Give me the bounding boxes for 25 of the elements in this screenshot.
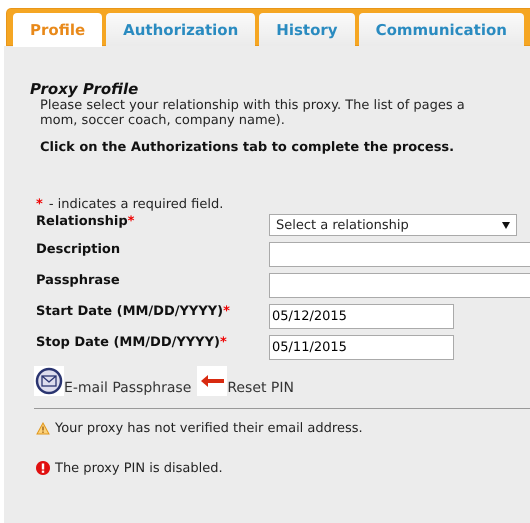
field-label: Description (36, 242, 122, 259)
required-mark: * (36, 197, 43, 212)
field-label: Start Date (MM/DD/YYYY)* (36, 304, 231, 321)
section-title: Proxy Profile (30, 80, 140, 98)
instruction-text: Click on the Authorizations tab to complete the process. (40, 140, 456, 155)
relationship-select[interactable]: Select a relationship (269, 214, 517, 236)
text-field[interactable] (269, 242, 530, 267)
field-label: Relationship* (36, 214, 136, 231)
caret-icon (502, 222, 510, 228)
intro-text: mom, soccer coach, company name). (40, 113, 286, 128)
action-link[interactable]: E-mail Passphrase (64, 380, 192, 396)
date-field[interactable]: 05/12/2015 (269, 304, 454, 329)
field-label: Stop Date (MM/DD/YYYY)* (36, 335, 228, 352)
status-message: Your proxy has not verified their email address. (55, 420, 363, 436)
intro-text: Please select your relationship with this proxy. The list of pages a (40, 98, 466, 113)
required-note: - indicates a required field. (48, 197, 224, 212)
action-link[interactable]: Reset PIN (227, 380, 294, 396)
error-icon (36, 461, 50, 475)
text-field[interactable] (269, 273, 530, 298)
field-label: Passphrase (36, 273, 121, 290)
envelope-icon[interactable] (34, 366, 64, 396)
arrow-left-icon[interactable] (197, 366, 228, 396)
warning-icon (36, 422, 50, 434)
status-message: The proxy PIN is disabled. (55, 460, 223, 476)
date-field[interactable]: 05/11/2015 (269, 335, 454, 360)
